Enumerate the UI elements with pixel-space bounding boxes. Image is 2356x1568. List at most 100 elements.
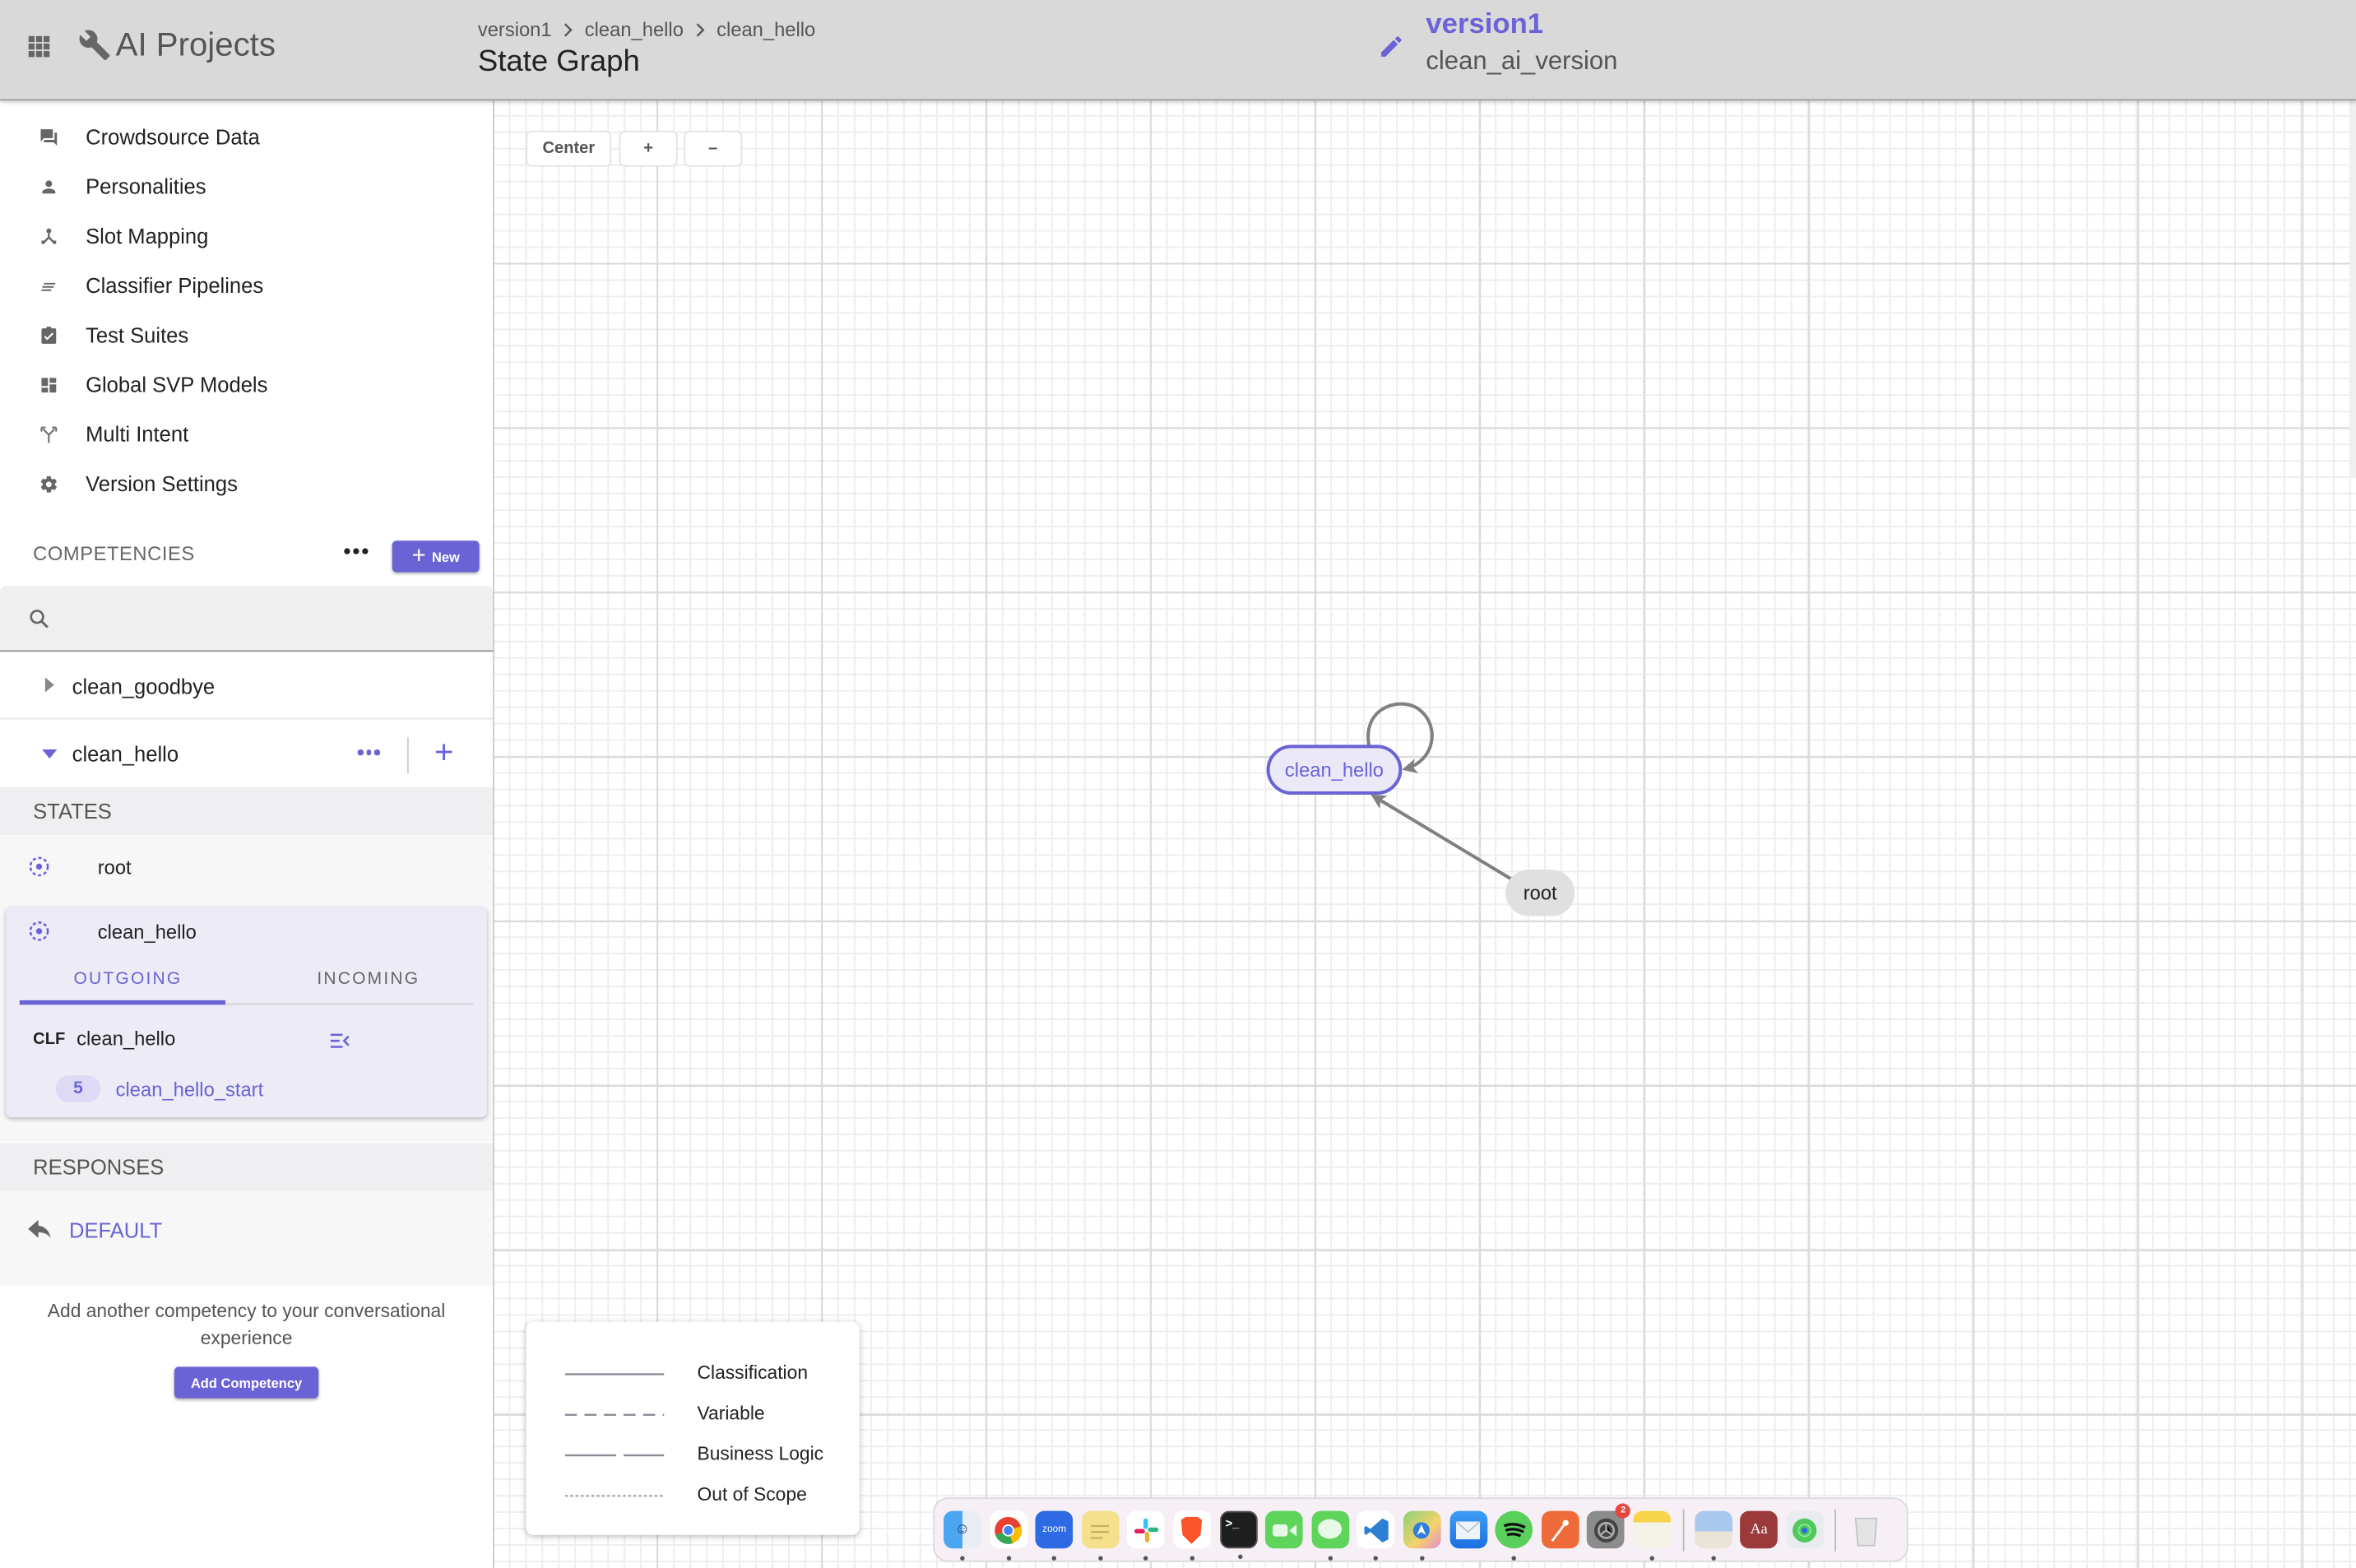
dock-system-preferences-icon[interactable]: 2 [1587, 1503, 1631, 1549]
caret-down-icon[interactable] [42, 749, 58, 758]
dock-notes-icon[interactable] [1633, 1510, 1671, 1561]
node-clean-hello[interactable]: clean_hello [1266, 745, 1403, 795]
tab-incoming[interactable]: INCOMING [317, 970, 420, 988]
dock-chrome-icon[interactable] [989, 1510, 1027, 1561]
sidebar-item-version-settings[interactable]: Version Settings [0, 461, 493, 506]
dock-dictionary-icon[interactable]: Aa [1740, 1510, 1778, 1549]
sidebar-item-multi-intent[interactable]: Multi Intent [0, 411, 493, 457]
legend-item-out-of-scope: Out of Scope [526, 1481, 859, 1511]
dotted-line-icon [564, 1495, 665, 1497]
chevron-right-icon [564, 22, 573, 36]
nav-label: Personalities [86, 174, 206, 198]
search-input[interactable] [66, 597, 478, 640]
assignment-check-icon [41, 327, 57, 344]
competency-search [0, 586, 494, 652]
canvas-scrollbar[interactable] [2349, 100, 2356, 476]
state-item-clean-hello[interactable]: clean_hello [0, 907, 493, 971]
node-label: clean_hello [1285, 760, 1384, 782]
dock-messages-icon[interactable] [1311, 1510, 1349, 1561]
dock-separator [1834, 1508, 1837, 1552]
dock-zoom-label: zoom [1042, 1524, 1067, 1535]
breadcrumb-item[interactable]: clean_hello [585, 18, 684, 40]
dock-facetime-icon[interactable] [1265, 1510, 1303, 1549]
competency-more-button[interactable] [357, 749, 380, 755]
tab-outgoing[interactable]: OUTGOING [73, 970, 182, 988]
page-title: State Graph [477, 44, 640, 78]
dock-find-my-icon[interactable] [1786, 1510, 1824, 1549]
sidebar-item-crowdsource-data[interactable]: Crowdsource Data [0, 114, 493, 160]
dock-zoom-icon[interactable]: zoom [1035, 1510, 1074, 1561]
sidebar-item-classifier-pipelines[interactable]: Classifier Pipelines [0, 262, 493, 308]
legend-item-classification: Classification [526, 1359, 859, 1389]
nav-label: Slot Mapping [86, 224, 209, 248]
sidebar-item-test-suites[interactable]: Test Suites [0, 313, 493, 358]
intent-link[interactable]: clean_hello_start [116, 1079, 264, 1101]
dock-dictionary-label: Aa [1750, 1521, 1768, 1538]
transition-edit-icon[interactable] [329, 1032, 350, 1050]
apps-grid-icon[interactable] [28, 35, 50, 58]
dock-brave-icon[interactable] [1173, 1510, 1212, 1561]
merge-type-icon [41, 228, 57, 244]
dock-terminal-icon[interactable]: >_ [1219, 1510, 1258, 1560]
node-label: root [1524, 884, 1557, 905]
person-icon [42, 180, 56, 194]
caret-right-icon[interactable] [44, 677, 54, 693]
dock-finder-icon[interactable]: ☺ [944, 1510, 981, 1561]
dock-preview-icon[interactable] [1694, 1510, 1732, 1561]
dock-vscode-icon[interactable] [1357, 1510, 1395, 1561]
add-state-button[interactable]: + [434, 735, 453, 769]
gear-icon [40, 476, 57, 493]
nav-label: Global SVP Models [86, 372, 268, 397]
dock-postman-icon[interactable] [1541, 1510, 1579, 1549]
dock-slack-icon[interactable] [1127, 1510, 1166, 1561]
legend-label: Classification [697, 1362, 809, 1384]
legend-item-variable: Variable [526, 1400, 859, 1431]
sidebar-item-global-svp-models[interactable]: Global SVP Models [0, 362, 493, 407]
tab-active-indicator [19, 1000, 225, 1005]
competency-item-clean-hello[interactable]: clean_hello + [0, 719, 494, 787]
dock-mail-icon[interactable] [1449, 1510, 1487, 1549]
nav-label: Test Suites [86, 322, 189, 347]
macos-dock: ☺ zoom >_ 2 Aa [933, 1497, 1908, 1562]
state-graph-canvas[interactable]: Center + – clean_hello root Classificati… [494, 100, 2356, 1568]
dock-maps-icon[interactable] [1403, 1510, 1441, 1561]
divider [406, 737, 409, 774]
nav-label: Classifier Pipelines [86, 273, 264, 298]
legend-label: Variable [697, 1403, 765, 1424]
state-card-clean-hello: clean_hello OUTGOING INCOMING CLF clean_… [6, 907, 487, 1118]
nav-label: Crowdsource Data [86, 124, 260, 149]
responses-header: RESPONSES [33, 1154, 165, 1180]
transition-type: CLF [33, 1030, 66, 1049]
competency-item-clean-goodbye[interactable]: clean_goodbye [0, 652, 494, 720]
sidebar-item-personalities[interactable]: Personalities [0, 164, 493, 209]
notification-badge: 2 [1616, 1503, 1631, 1519]
sidebar-item-slot-mapping[interactable]: Slot Mapping [0, 213, 493, 258]
dock-trash-icon[interactable] [1847, 1511, 1885, 1549]
breadcrumb-item[interactable]: clean_hello [717, 18, 815, 40]
nav-label: Version Settings [86, 471, 238, 496]
node-root[interactable]: root [1505, 870, 1575, 916]
more-icon [344, 548, 350, 554]
new-competency-button[interactable]: + New [392, 540, 480, 573]
default-response-link[interactable]: DEFAULT [69, 1218, 162, 1242]
short-text-icon [41, 282, 56, 291]
pencil-icon[interactable] [1378, 33, 1405, 60]
dashed-line-icon [564, 1413, 665, 1416]
states-header: STATES [33, 799, 112, 823]
new-button-label: New [431, 549, 460, 564]
add-competency-button[interactable]: Add Competency [174, 1366, 319, 1399]
dock-spotify-icon[interactable] [1495, 1510, 1533, 1561]
transition-name: clean_hello [77, 1027, 176, 1051]
nav-label: Multi Intent [86, 422, 189, 447]
state-target-icon [29, 856, 49, 877]
version-subtitle: clean_ai_version [1426, 46, 1618, 76]
forum-icon [40, 129, 58, 146]
state-item-root[interactable]: root [0, 835, 493, 898]
app-title[interactable]: AI Projects [116, 26, 276, 64]
dock-stickies-icon[interactable] [1081, 1510, 1120, 1561]
legend-label: Out of Scope [697, 1483, 807, 1505]
competencies-more-button[interactable] [344, 539, 371, 563]
legend-label: Business Logic [697, 1443, 824, 1465]
edge-root-to-clean-hello[interactable] [1370, 794, 1514, 882]
breadcrumb-item[interactable]: version1 [478, 18, 552, 40]
